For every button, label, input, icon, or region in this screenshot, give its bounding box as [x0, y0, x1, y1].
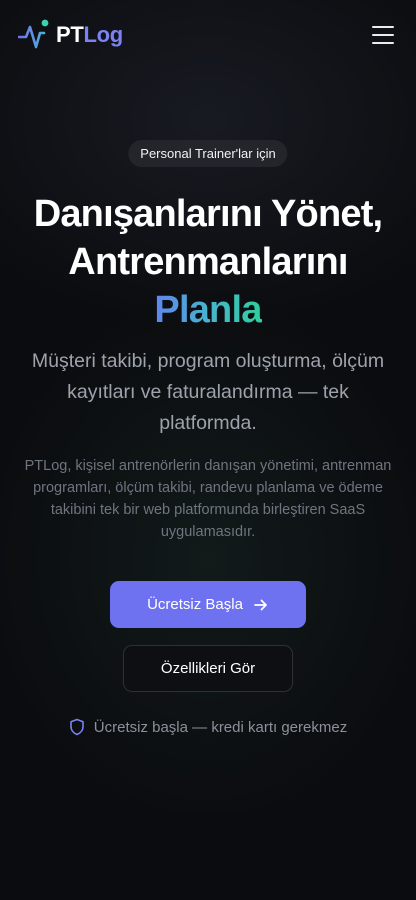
shield-icon [69, 718, 84, 736]
pulse-logo-icon [18, 19, 49, 49]
logo[interactable]: PTLog [18, 19, 123, 51]
logo-text: PTLog [56, 22, 123, 48]
start-free-button[interactable]: Ücretsiz Başla [110, 581, 306, 628]
start-free-label: Ücretsiz Başla [147, 596, 243, 613]
headline-line-2: Antrenmanlarını [68, 241, 348, 283]
note-text: Ücretsiz başla — kredi kartı gerekmez [93, 718, 348, 736]
audience-badge: Personal Trainer'lar için [128, 140, 288, 167]
view-features-label: Özellikleri Gör [160, 660, 256, 677]
hamburger-menu-icon[interactable] [372, 26, 394, 44]
hero-description: PTLog, kişisel antrenörlerin danışan yön… [24, 458, 392, 540]
background-glow [0, 0, 416, 900]
hero-headline: Danışanlarını Yönet, Antrenmanlarını Pla… [0, 190, 416, 334]
logo-text-log: Log [83, 22, 124, 47]
headline-line-1: Danışanlarını Yönet, [33, 193, 383, 235]
no-credit-card-note: Ücretsiz başla — kredi kartı gerekmez [0, 718, 416, 736]
arrow-right-icon [254, 599, 267, 610]
top-header: PTLog [0, 0, 416, 70]
headline-accent: Planla [154, 289, 262, 331]
view-features-button[interactable]: Özellikleri Gör [123, 645, 293, 692]
logo-text-pt: PT [56, 22, 84, 47]
hero-subtitle: Müşteri takibi, program oluşturma, ölçüm… [31, 350, 385, 434]
